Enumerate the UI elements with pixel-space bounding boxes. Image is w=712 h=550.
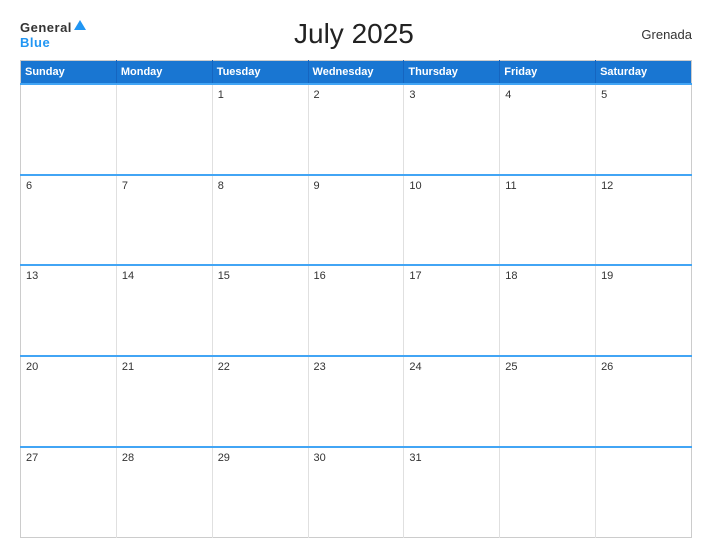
calendar-cell: 31 [404, 447, 500, 538]
calendar-week-5: 27 28 29 30 31 [21, 447, 692, 538]
day-number: 8 [218, 180, 224, 192]
calendar-cell: 20 [21, 356, 117, 447]
calendar-cell: 28 [116, 447, 212, 538]
calendar-cell: 9 [308, 175, 404, 266]
day-number: 19 [601, 270, 613, 282]
day-number: 24 [409, 361, 421, 373]
country-label: Grenada [622, 27, 692, 42]
header-sunday: Sunday [21, 61, 117, 85]
calendar-cell [21, 84, 117, 175]
day-number: 10 [409, 180, 421, 192]
header-tuesday: Tuesday [212, 61, 308, 85]
day-number: 1 [218, 89, 224, 101]
calendar-cell: 26 [596, 356, 692, 447]
calendar-cell: 2 [308, 84, 404, 175]
day-number: 4 [505, 89, 511, 101]
header-wednesday: Wednesday [308, 61, 404, 85]
calendar-week-2: 6 7 8 9 10 11 12 [21, 175, 692, 266]
day-number: 12 [601, 180, 613, 192]
day-number: 9 [314, 180, 320, 192]
calendar-cell: 22 [212, 356, 308, 447]
calendar-cell: 18 [500, 265, 596, 356]
calendar-week-4: 20 21 22 23 24 25 26 [21, 356, 692, 447]
day-number: 18 [505, 270, 517, 282]
header-saturday: Saturday [596, 61, 692, 85]
weekday-header-row: Sunday Monday Tuesday Wednesday Thursday… [21, 61, 692, 85]
day-number: 21 [122, 361, 134, 373]
calendar-cell: 25 [500, 356, 596, 447]
header-monday: Monday [116, 61, 212, 85]
day-number: 20 [26, 361, 38, 373]
calendar-cell [116, 84, 212, 175]
calendar-cell: 24 [404, 356, 500, 447]
logo: General Blue [20, 20, 86, 49]
header-thursday: Thursday [404, 61, 500, 85]
calendar-cell: 23 [308, 356, 404, 447]
day-number: 3 [409, 89, 415, 101]
calendar-cell [596, 447, 692, 538]
day-number: 23 [314, 361, 326, 373]
calendar-cell: 12 [596, 175, 692, 266]
header: General Blue July 2025 Grenada [20, 18, 692, 50]
day-number: 6 [26, 180, 32, 192]
header-friday: Friday [500, 61, 596, 85]
day-number: 14 [122, 270, 134, 282]
calendar-cell [500, 447, 596, 538]
day-number: 17 [409, 270, 421, 282]
calendar-week-1: 1 2 3 4 5 [21, 84, 692, 175]
calendar-cell: 27 [21, 447, 117, 538]
day-number: 31 [409, 452, 421, 464]
calendar-cell: 5 [596, 84, 692, 175]
calendar-cell: 15 [212, 265, 308, 356]
calendar-cell: 1 [212, 84, 308, 175]
calendar-cell: 10 [404, 175, 500, 266]
calendar-cell: 17 [404, 265, 500, 356]
logo-blue: Blue [20, 36, 86, 49]
calendar-table: Sunday Monday Tuesday Wednesday Thursday… [20, 60, 692, 538]
calendar-cell: 8 [212, 175, 308, 266]
day-number: 22 [218, 361, 230, 373]
day-number: 25 [505, 361, 517, 373]
day-number: 30 [314, 452, 326, 464]
calendar-cell: 3 [404, 84, 500, 175]
day-number: 7 [122, 180, 128, 192]
day-number: 26 [601, 361, 613, 373]
day-number: 29 [218, 452, 230, 464]
day-number: 15 [218, 270, 230, 282]
day-number: 11 [505, 180, 516, 192]
day-number: 28 [122, 452, 134, 464]
calendar-cell: 16 [308, 265, 404, 356]
logo-general: General [20, 20, 86, 36]
day-number: 27 [26, 452, 38, 464]
day-number: 16 [314, 270, 326, 282]
month-title: July 2025 [86, 18, 622, 50]
calendar-page: General Blue July 2025 Grenada Sunday Mo… [0, 0, 712, 550]
calendar-cell: 29 [212, 447, 308, 538]
calendar-cell: 11 [500, 175, 596, 266]
calendar-cell: 13 [21, 265, 117, 356]
day-number: 13 [26, 270, 38, 282]
day-number: 5 [601, 89, 607, 101]
calendar-cell: 19 [596, 265, 692, 356]
calendar-cell: 7 [116, 175, 212, 266]
day-number: 2 [314, 89, 320, 101]
logo-triangle-icon [74, 20, 86, 30]
calendar-week-3: 13 14 15 16 17 18 19 [21, 265, 692, 356]
calendar-cell: 6 [21, 175, 117, 266]
calendar-cell: 30 [308, 447, 404, 538]
calendar-cell: 4 [500, 84, 596, 175]
calendar-cell: 21 [116, 356, 212, 447]
calendar-cell: 14 [116, 265, 212, 356]
